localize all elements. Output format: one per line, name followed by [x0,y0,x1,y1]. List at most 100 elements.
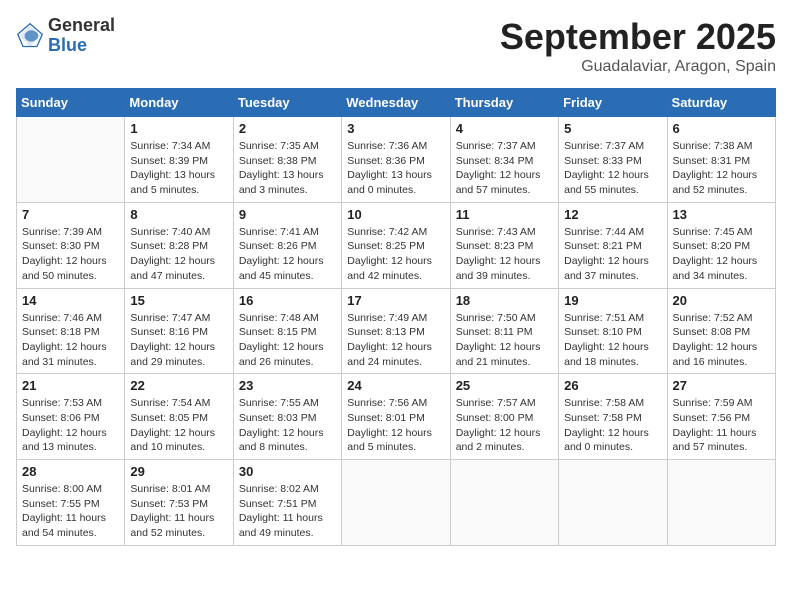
calendar-header-tuesday: Tuesday [233,89,341,117]
day-number: 30 [239,464,336,479]
calendar-cell: 19 Sunrise: 7:51 AMSunset: 8:10 PMDayligh… [559,288,667,374]
day-number: 1 [130,121,227,136]
day-number: 21 [22,378,119,393]
day-number: 23 [239,378,336,393]
day-number: 9 [239,207,336,222]
logo-icon [16,22,44,50]
day-detail: Sunrise: 7:56 AMSunset: 8:01 PMDaylight:… [347,396,444,455]
day-detail: Sunrise: 7:47 AMSunset: 8:16 PMDaylight:… [130,311,227,370]
calendar-cell: 24 Sunrise: 7:56 AMSunset: 8:01 PMDayligh… [342,374,450,460]
day-number: 15 [130,293,227,308]
day-detail: Sunrise: 7:55 AMSunset: 8:03 PMDaylight:… [239,396,336,455]
calendar-cell [342,460,450,546]
calendar-cell: 15 Sunrise: 7:47 AMSunset: 8:16 PMDayligh… [125,288,233,374]
day-detail: Sunrise: 8:01 AMSunset: 7:53 PMDaylight:… [130,482,227,541]
day-detail: Sunrise: 7:59 AMSunset: 7:56 PMDaylight:… [673,396,770,455]
day-number: 27 [673,378,770,393]
day-detail: Sunrise: 7:37 AMSunset: 8:33 PMDaylight:… [564,139,661,198]
calendar-cell: 22Sunrise: 7:54 AMSunset: 8:05 PMDayligh… [125,374,233,460]
calendar-cell: 1 Sunrise: 7:34 AMSunset: 8:39 PMDaylight… [125,117,233,203]
day-detail: Sunrise: 7:52 AMSunset: 8:08 PMDaylight:… [673,311,770,370]
day-number: 7 [22,207,119,222]
logo-blue: Blue [48,36,115,56]
calendar-cell [559,460,667,546]
day-number: 5 [564,121,661,136]
calendar-cell: 8 Sunrise: 7:40 AMSunset: 8:28 PMDaylight… [125,202,233,288]
calendar-cell: 18 Sunrise: 7:50 AMSunset: 8:11 PMDayligh… [450,288,558,374]
logo-text: General Blue [48,16,115,56]
calendar-cell: 30 Sunrise: 8:02 AMSunset: 7:51 PMDayligh… [233,460,341,546]
calendar-cell [17,117,125,203]
calendar-header-wednesday: Wednesday [342,89,450,117]
calendar: SundayMondayTuesdayWednesdayThursdayFrid… [16,88,776,546]
calendar-cell: 17 Sunrise: 7:49 AMSunset: 8:13 PMDayligh… [342,288,450,374]
day-detail: Sunrise: 7:41 AMSunset: 8:26 PMDaylight:… [239,225,336,284]
calendar-cell: 29 Sunrise: 8:01 AMSunset: 7:53 PMDayligh… [125,460,233,546]
day-detail: Sunrise: 8:00 AMSunset: 7:55 PMDaylight:… [22,482,119,541]
title-block: September 2025 Guadalaviar, Aragon, Spai… [500,16,776,76]
calendar-header-friday: Friday [559,89,667,117]
day-detail: Sunrise: 7:51 AMSunset: 8:10 PMDaylight:… [564,311,661,370]
day-number: 26 [564,378,661,393]
calendar-cell: 10 Sunrise: 7:42 AMSunset: 8:25 PMDayligh… [342,202,450,288]
day-detail: Sunrise: 8:02 AMSunset: 7:51 PMDaylight:… [239,482,336,541]
day-number: 8 [130,207,227,222]
week-row-3: 14Sunrise: 7:46 AMSunset: 8:18 PMDayligh… [17,288,776,374]
calendar-cell: 25Sunrise: 7:57 AMSunset: 8:00 PMDayligh… [450,374,558,460]
calendar-cell: 11 Sunrise: 7:43 AMSunset: 8:23 PMDayligh… [450,202,558,288]
calendar-header-row: SundayMondayTuesdayWednesdayThursdayFrid… [17,89,776,117]
week-row-5: 28 Sunrise: 8:00 AMSunset: 7:55 PMDayligh… [17,460,776,546]
day-number: 11 [456,207,553,222]
calendar-cell: 27 Sunrise: 7:59 AMSunset: 7:56 PMDayligh… [667,374,775,460]
calendar-header-monday: Monday [125,89,233,117]
day-number: 10 [347,207,444,222]
calendar-cell: 4Sunrise: 7:37 AMSunset: 8:34 PMDaylight… [450,117,558,203]
calendar-cell: 2Sunrise: 7:35 AMSunset: 8:38 PMDaylight… [233,117,341,203]
day-number: 19 [564,293,661,308]
day-number: 12 [564,207,661,222]
calendar-cell [667,460,775,546]
calendar-cell: 3Sunrise: 7:36 AMSunset: 8:36 PMDaylight… [342,117,450,203]
day-number: 3 [347,121,444,136]
day-detail: Sunrise: 7:40 AMSunset: 8:28 PMDaylight:… [130,225,227,284]
calendar-cell: 14Sunrise: 7:46 AMSunset: 8:18 PMDayligh… [17,288,125,374]
day-detail: Sunrise: 7:43 AMSunset: 8:23 PMDaylight:… [456,225,553,284]
calendar-cell: 23 Sunrise: 7:55 AMSunset: 8:03 PMDayligh… [233,374,341,460]
day-detail: Sunrise: 7:48 AMSunset: 8:15 PMDaylight:… [239,311,336,370]
day-detail: Sunrise: 7:38 AMSunset: 8:31 PMDaylight:… [673,139,770,198]
day-number: 29 [130,464,227,479]
day-number: 20 [673,293,770,308]
location: Guadalaviar, Aragon, Spain [500,58,776,76]
calendar-cell [450,460,558,546]
logo-general: General [48,16,115,36]
month-title: September 2025 [500,16,776,58]
calendar-cell: 26Sunrise: 7:58 AMSunset: 7:58 PMDayligh… [559,374,667,460]
logo: General Blue [16,16,115,56]
calendar-cell: 5 Sunrise: 7:37 AMSunset: 8:33 PMDaylight… [559,117,667,203]
day-number: 22 [130,378,227,393]
day-number: 25 [456,378,553,393]
calendar-cell: 6 Sunrise: 7:38 AMSunset: 8:31 PMDaylight… [667,117,775,203]
calendar-header-thursday: Thursday [450,89,558,117]
day-detail: Sunrise: 7:53 AMSunset: 8:06 PMDaylight:… [22,396,119,455]
day-detail: Sunrise: 7:49 AMSunset: 8:13 PMDaylight:… [347,311,444,370]
day-detail: Sunrise: 7:46 AMSunset: 8:18 PMDaylight:… [22,311,119,370]
day-number: 6 [673,121,770,136]
calendar-cell: 16Sunrise: 7:48 AMSunset: 8:15 PMDayligh… [233,288,341,374]
day-number: 17 [347,293,444,308]
day-detail: Sunrise: 7:42 AMSunset: 8:25 PMDaylight:… [347,225,444,284]
day-number: 18 [456,293,553,308]
week-row-1: 1 Sunrise: 7:34 AMSunset: 8:39 PMDaylight… [17,117,776,203]
calendar-cell: 7Sunrise: 7:39 AMSunset: 8:30 PMDaylight… [17,202,125,288]
week-row-2: 7Sunrise: 7:39 AMSunset: 8:30 PMDaylight… [17,202,776,288]
day-number: 24 [347,378,444,393]
day-detail: Sunrise: 7:50 AMSunset: 8:11 PMDaylight:… [456,311,553,370]
day-detail: Sunrise: 7:34 AMSunset: 8:39 PMDaylight:… [130,139,227,198]
calendar-cell: 12Sunrise: 7:44 AMSunset: 8:21 PMDayligh… [559,202,667,288]
page-header: General Blue September 2025 Guadalaviar,… [16,16,776,76]
calendar-cell: 28 Sunrise: 8:00 AMSunset: 7:55 PMDayligh… [17,460,125,546]
day-number: 2 [239,121,336,136]
day-number: 4 [456,121,553,136]
day-number: 28 [22,464,119,479]
calendar-cell: 21 Sunrise: 7:53 AMSunset: 8:06 PMDayligh… [17,374,125,460]
